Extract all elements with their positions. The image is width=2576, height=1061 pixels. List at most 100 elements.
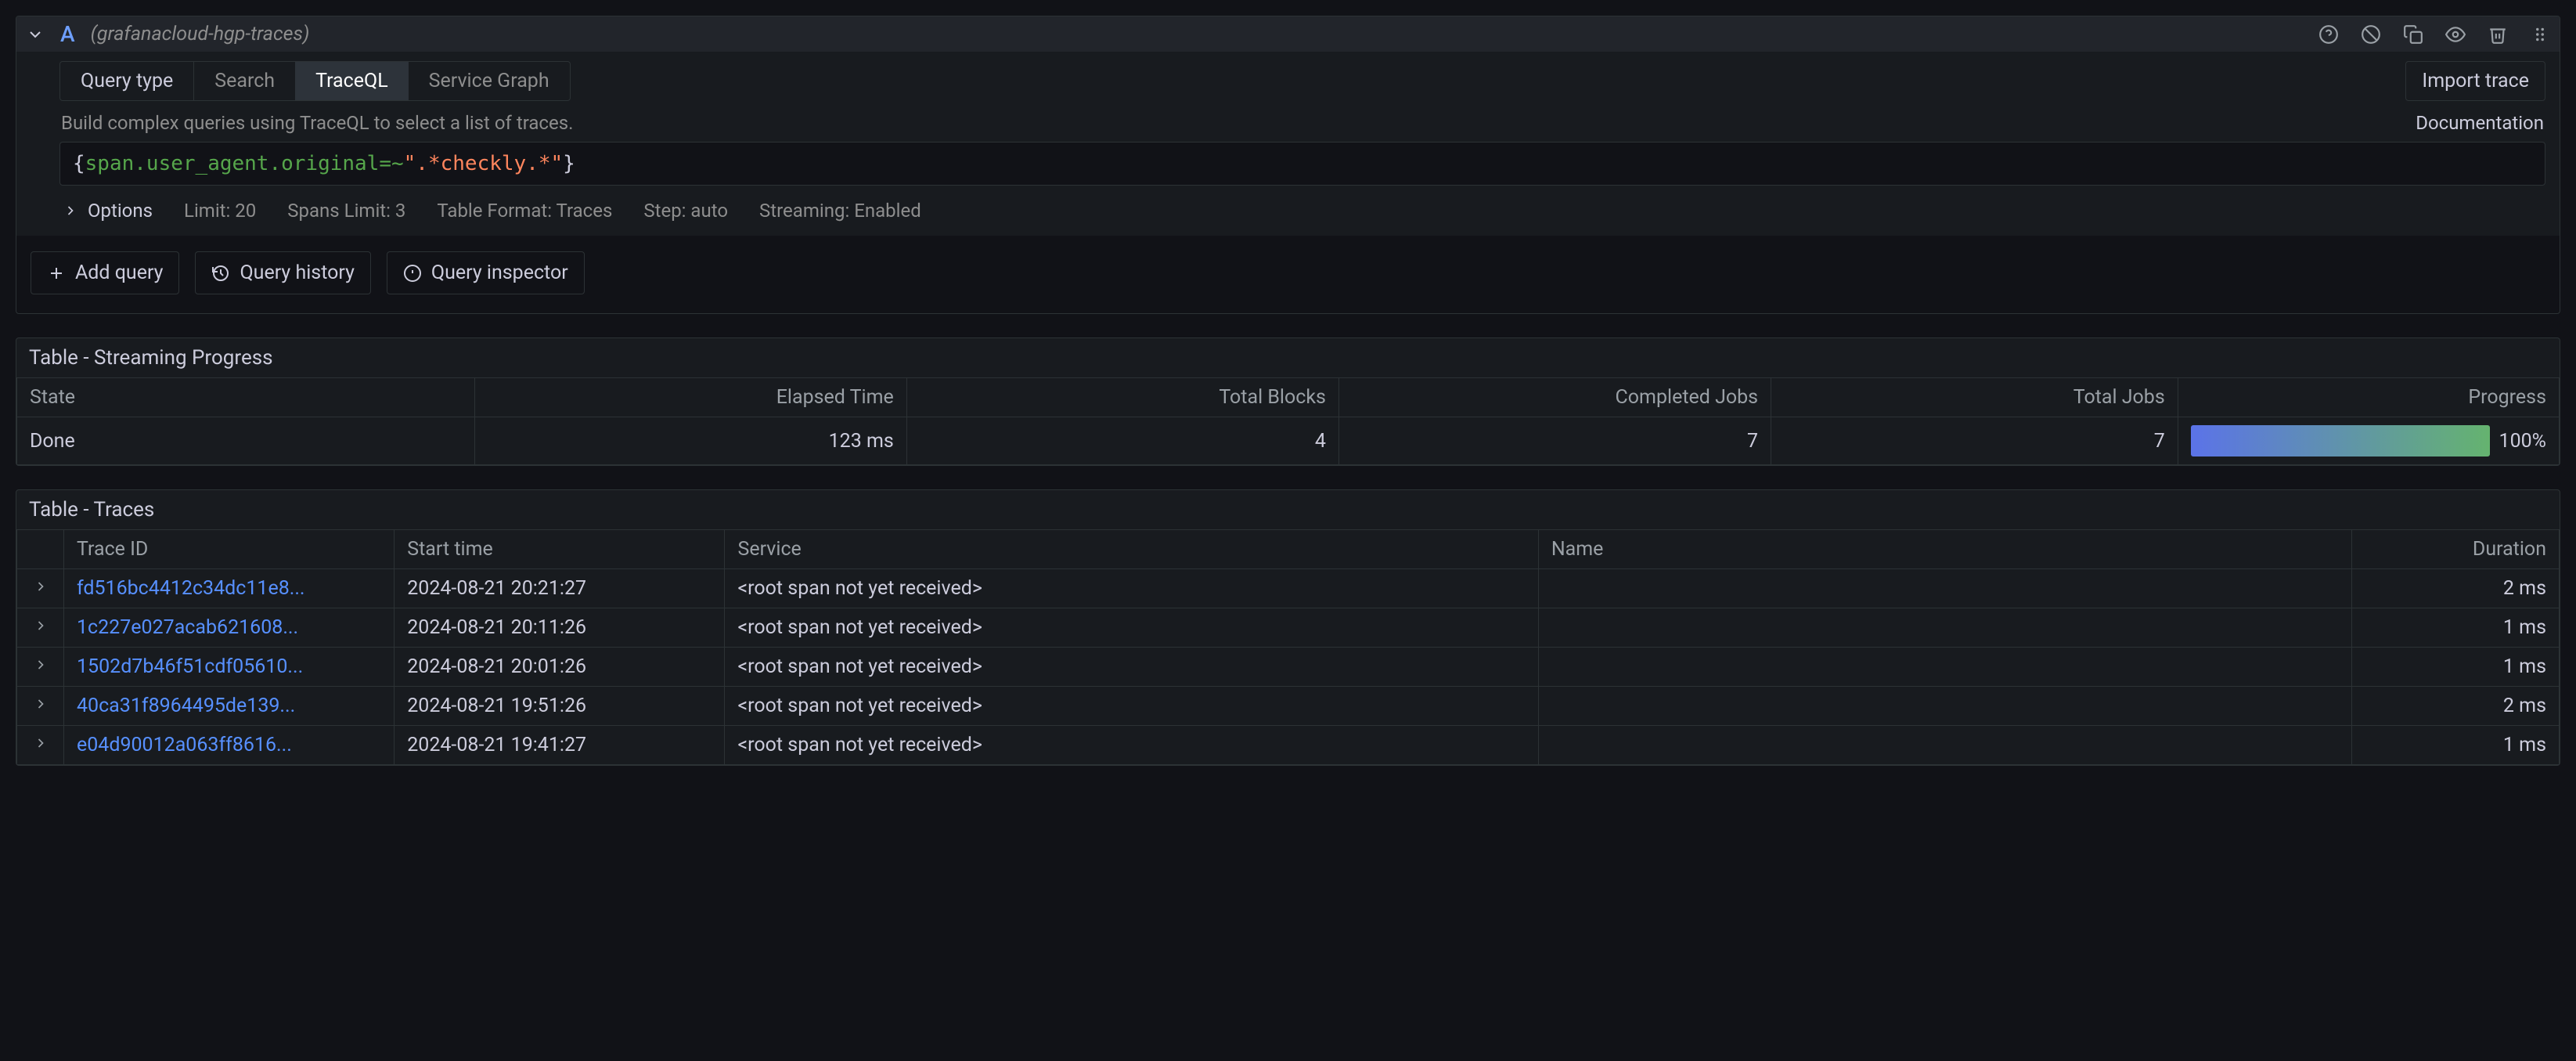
add-query-button[interactable]: Add query xyxy=(31,251,179,294)
cell-duration: 2 ms xyxy=(2352,569,2560,608)
brace-open: { xyxy=(73,152,85,175)
options-label: Options xyxy=(88,200,153,222)
cell-elapsed: 123 ms xyxy=(474,417,906,465)
query-type-label: Query type xyxy=(60,62,194,100)
table-row[interactable]: 40ca31f8964495de139...2024-08-21 19:51:2… xyxy=(17,687,2560,726)
tab-row: Query type Search TraceQL Service Graph … xyxy=(59,61,2545,101)
cell-trace-id[interactable]: e04d90012a063ff8616... xyxy=(64,726,395,765)
cell-service: <root span not yet received> xyxy=(725,569,1538,608)
options-step: Step: auto xyxy=(643,200,728,222)
streaming-progress-panel: Table - Streaming Progress State Elapsed… xyxy=(16,337,2560,466)
col-state[interactable]: State xyxy=(17,378,475,417)
cell-name xyxy=(1538,726,2351,765)
col-total-jobs[interactable]: Total Jobs xyxy=(1771,378,2178,417)
progress-value: 100% xyxy=(2499,430,2546,453)
table-row[interactable]: 1c227e027acab621608...2024-08-21 20:11:2… xyxy=(17,608,2560,648)
traceql-input[interactable]: {span.user_agent.original=~".*checkly.*"… xyxy=(59,142,2545,186)
col-name[interactable]: Name xyxy=(1538,530,2351,569)
cell-name xyxy=(1538,608,2351,648)
cell-duration: 1 ms xyxy=(2352,608,2560,648)
tab-search[interactable]: Search xyxy=(194,62,295,100)
expand-row-toggle[interactable] xyxy=(17,648,64,687)
cell-name xyxy=(1538,569,2351,608)
traces-title: Table - Traces xyxy=(16,490,2560,529)
table-row[interactable]: 1502d7b46f51cdf05610...2024-08-21 20:01:… xyxy=(17,648,2560,687)
hint-text: Build complex queries using TraceQL to s… xyxy=(61,112,573,134)
cell-start-time: 2024-08-21 20:11:26 xyxy=(395,608,725,648)
options-spans-limit: Spans Limit: 3 xyxy=(287,200,405,222)
col-trace-id[interactable]: Trace ID xyxy=(64,530,395,569)
progress-bar xyxy=(2191,425,2490,457)
datasource-label: (grafanacloud-hgp-traces) xyxy=(91,23,310,45)
tab-service-graph[interactable]: Service Graph xyxy=(409,62,570,100)
options-limit: Limit: 20 xyxy=(184,200,256,222)
cell-start-time: 2024-08-21 19:41:27 xyxy=(395,726,725,765)
table-row[interactable]: e04d90012a063ff8616...2024-08-21 19:41:2… xyxy=(17,726,2560,765)
cell-completed-jobs: 7 xyxy=(1338,417,1771,465)
collapse-toggle[interactable] xyxy=(26,25,45,44)
options-table-format: Table Format: Traces xyxy=(437,200,612,222)
copy-icon[interactable] xyxy=(2403,24,2423,45)
col-expand xyxy=(17,530,64,569)
query-history-button[interactable]: Query history xyxy=(195,251,370,294)
expand-row-toggle[interactable] xyxy=(17,726,64,765)
cell-duration: 2 ms xyxy=(2352,687,2560,726)
streaming-progress-title: Table - Streaming Progress xyxy=(16,338,2560,377)
col-progress[interactable]: Progress xyxy=(2178,378,2559,417)
query-op: =~ xyxy=(379,152,403,175)
cell-name xyxy=(1538,687,2351,726)
table-row[interactable]: fd516bc4412c34dc11e8...2024-08-21 20:21:… xyxy=(17,569,2560,608)
disable-query-icon[interactable] xyxy=(2361,24,2381,45)
cell-trace-id[interactable]: 1c227e027acab621608... xyxy=(64,608,395,648)
expand-row-toggle[interactable] xyxy=(17,608,64,648)
query-inspector-button[interactable]: Query inspector xyxy=(387,251,585,294)
query-inspector-label: Query inspector xyxy=(431,262,568,284)
trash-icon[interactable] xyxy=(2488,24,2508,45)
header-actions xyxy=(2318,24,2550,45)
brace-close: } xyxy=(563,152,575,175)
col-total-blocks[interactable]: Total Blocks xyxy=(906,378,1338,417)
traces-panel: Table - Traces Trace ID Start time Servi… xyxy=(16,489,2560,766)
expand-row-toggle[interactable] xyxy=(17,569,64,608)
cell-name xyxy=(1538,648,2351,687)
tab-traceql[interactable]: TraceQL xyxy=(295,62,409,100)
cell-trace-id[interactable]: fd516bc4412c34dc11e8... xyxy=(64,569,395,608)
cell-service: <root span not yet received> xyxy=(725,608,1538,648)
table-row[interactable]: Done 123 ms 4 7 7 100% xyxy=(17,417,2560,465)
col-completed-jobs[interactable]: Completed Jobs xyxy=(1338,378,1771,417)
query-header: A (grafanacloud-hgp-traces) xyxy=(16,16,2560,52)
cell-total-jobs: 7 xyxy=(1771,417,2178,465)
col-duration[interactable]: Duration xyxy=(2352,530,2560,569)
cell-trace-id[interactable]: 1502d7b46f51cdf05610... xyxy=(64,648,395,687)
cell-start-time: 2024-08-21 20:21:27 xyxy=(395,569,725,608)
cell-start-time: 2024-08-21 20:01:26 xyxy=(395,648,725,687)
query-key: span.user_agent.original xyxy=(85,152,380,175)
cell-service: <root span not yet received> xyxy=(725,687,1538,726)
documentation-link[interactable]: Documentation xyxy=(2416,112,2544,134)
cell-duration: 1 ms xyxy=(2352,726,2560,765)
streaming-progress-table: State Elapsed Time Total Blocks Complete… xyxy=(16,377,2560,465)
cell-service: <root span not yet received> xyxy=(725,648,1538,687)
expand-row-toggle[interactable] xyxy=(17,687,64,726)
action-buttons-row: Add query Query history Query inspector xyxy=(16,236,2560,313)
help-icon[interactable] xyxy=(2318,24,2339,45)
query-history-label: Query history xyxy=(240,262,354,284)
cell-trace-id[interactable]: 40ca31f8964495de139... xyxy=(64,687,395,726)
query-string: ".*checkly.*" xyxy=(404,152,564,175)
cell-start-time: 2024-08-21 19:51:26 xyxy=(395,687,725,726)
options-streaming: Streaming: Enabled xyxy=(759,200,921,222)
query-letter-badge: A xyxy=(60,21,75,47)
import-trace-button[interactable]: Import trace xyxy=(2405,61,2545,101)
col-elapsed[interactable]: Elapsed Time xyxy=(474,378,906,417)
options-row: Options Limit: 20 Spans Limit: 3 Table F… xyxy=(59,186,2545,231)
add-query-label: Add query xyxy=(75,262,163,284)
drag-handle-icon[interactable] xyxy=(2530,24,2550,45)
options-toggle[interactable]: Options xyxy=(63,200,153,222)
table-header-row: State Elapsed Time Total Blocks Complete… xyxy=(17,378,2560,417)
col-start-time[interactable]: Start time xyxy=(395,530,725,569)
query-editor-panel: A (grafanacloud-hgp-traces) Query type S… xyxy=(16,16,2560,314)
col-service[interactable]: Service xyxy=(725,530,1538,569)
eye-icon[interactable] xyxy=(2445,24,2466,45)
query-type-tabs: Query type Search TraceQL Service Graph xyxy=(59,61,571,101)
cell-duration: 1 ms xyxy=(2352,648,2560,687)
